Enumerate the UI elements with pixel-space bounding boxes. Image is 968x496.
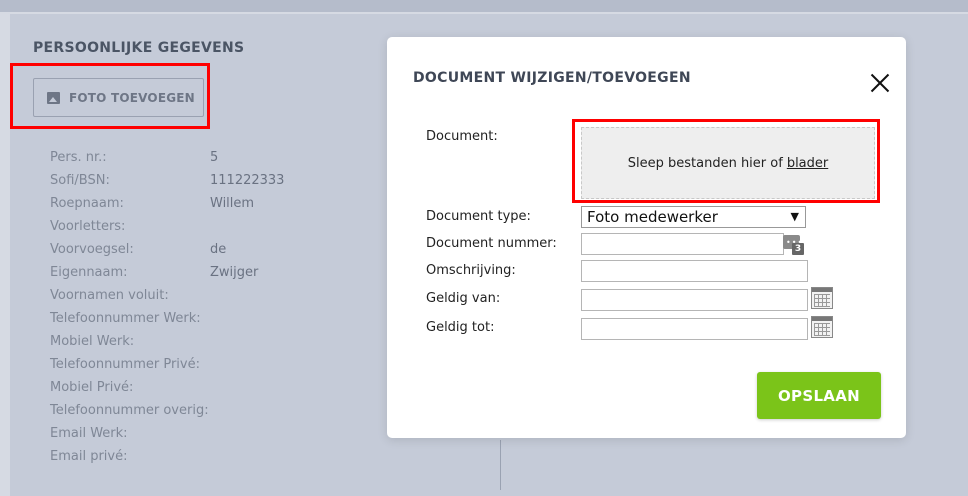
dropdown-arrow-icon: ▼ <box>790 210 799 223</box>
document-number-label: Document nummer: <box>426 236 557 251</box>
field-label: Email Werk: <box>50 426 128 441</box>
field-label: Sofi/BSN: <box>50 173 110 188</box>
field-label: Telefoonnummer Werk: <box>50 311 201 326</box>
valid-to-input[interactable] <box>581 318 808 340</box>
field-value: de <box>210 242 227 257</box>
highlight-box-photo <box>10 63 210 129</box>
field-label: Voorvoegsel: <box>50 242 134 257</box>
field-value: Willem <box>210 196 255 211</box>
description-label: Omschrijving: <box>426 263 516 278</box>
field-value: 111222333 <box>210 173 285 188</box>
field-label: Telefoonnummer overig: <box>50 403 209 418</box>
field-row: Telefoonnummer Privé: <box>50 353 310 376</box>
field-label: Eigennaam: <box>50 265 128 280</box>
field-label: Voorletters: <box>50 219 126 234</box>
field-row: Mobiel Privé: <box>50 376 310 399</box>
field-row: Telefoonnummer Werk: <box>50 307 310 330</box>
field-label: Email privé: <box>50 449 128 464</box>
calendar-icon[interactable] <box>811 316 833 338</box>
close-icon[interactable] <box>870 73 890 93</box>
field-label: Mobiel Privé: <box>50 380 134 395</box>
field-label: Mobiel Werk: <box>50 334 135 349</box>
description-input[interactable] <box>581 260 808 282</box>
counter-badge: 3 <box>792 243 804 255</box>
top-bar <box>0 0 968 12</box>
field-value: 5 <box>210 150 219 165</box>
document-number-input[interactable] <box>581 233 784 255</box>
save-button[interactable]: OPSLAAN <box>757 372 881 419</box>
field-row: Voorvoegsel: de <box>50 238 310 261</box>
document-type-value: Foto medewerker <box>587 208 718 226</box>
field-row: Email Werk: <box>50 422 310 445</box>
document-label: Document: <box>426 129 498 144</box>
counter-icon[interactable]: ••• 3 <box>783 235 805 255</box>
field-row: Eigennaam: Zwijger <box>50 261 310 284</box>
document-type-select[interactable]: Foto medewerker ▼ <box>581 206 806 228</box>
highlight-box-dropzone <box>572 119 880 203</box>
document-modal: DOCUMENT WIJZIGEN/TOEVOEGEN Document: Sl… <box>387 37 906 438</box>
field-row: Sofi/BSN: 111222333 <box>50 169 310 192</box>
field-row: Voorletters: <box>50 215 310 238</box>
modal-title: DOCUMENT WIJZIGEN/TOEVOEGEN <box>413 70 691 86</box>
field-row: Email privé: <box>50 445 310 468</box>
column-divider <box>500 440 501 490</box>
field-label: Roepnaam: <box>50 196 124 211</box>
valid-to-label: Geldig tot: <box>426 320 495 335</box>
field-row: Mobiel Werk: <box>50 330 310 353</box>
field-row: Voornamen voluit: <box>50 284 310 307</box>
document-type-label: Document type: <box>426 209 531 224</box>
valid-from-label: Geldig van: <box>426 291 501 306</box>
field-label: Voornamen voluit: <box>50 288 169 303</box>
field-label: Telefoonnummer Privé: <box>50 357 200 372</box>
valid-from-input[interactable] <box>581 289 808 311</box>
field-row: Pers. nr.: 5 <box>50 146 310 169</box>
field-row: Roepnaam: Willem <box>50 192 310 215</box>
personal-fields: Pers. nr.: 5 Sofi/BSN: 111222333 Roepnaam:… <box>50 146 310 468</box>
calendar-icon[interactable] <box>811 287 833 309</box>
field-row: Telefoonnummer overig: <box>50 399 310 422</box>
section-title: PERSOONLIJKE GEGEVENS <box>33 40 245 56</box>
field-value: Zwijger <box>210 265 259 280</box>
field-label: Pers. nr.: <box>50 150 107 165</box>
